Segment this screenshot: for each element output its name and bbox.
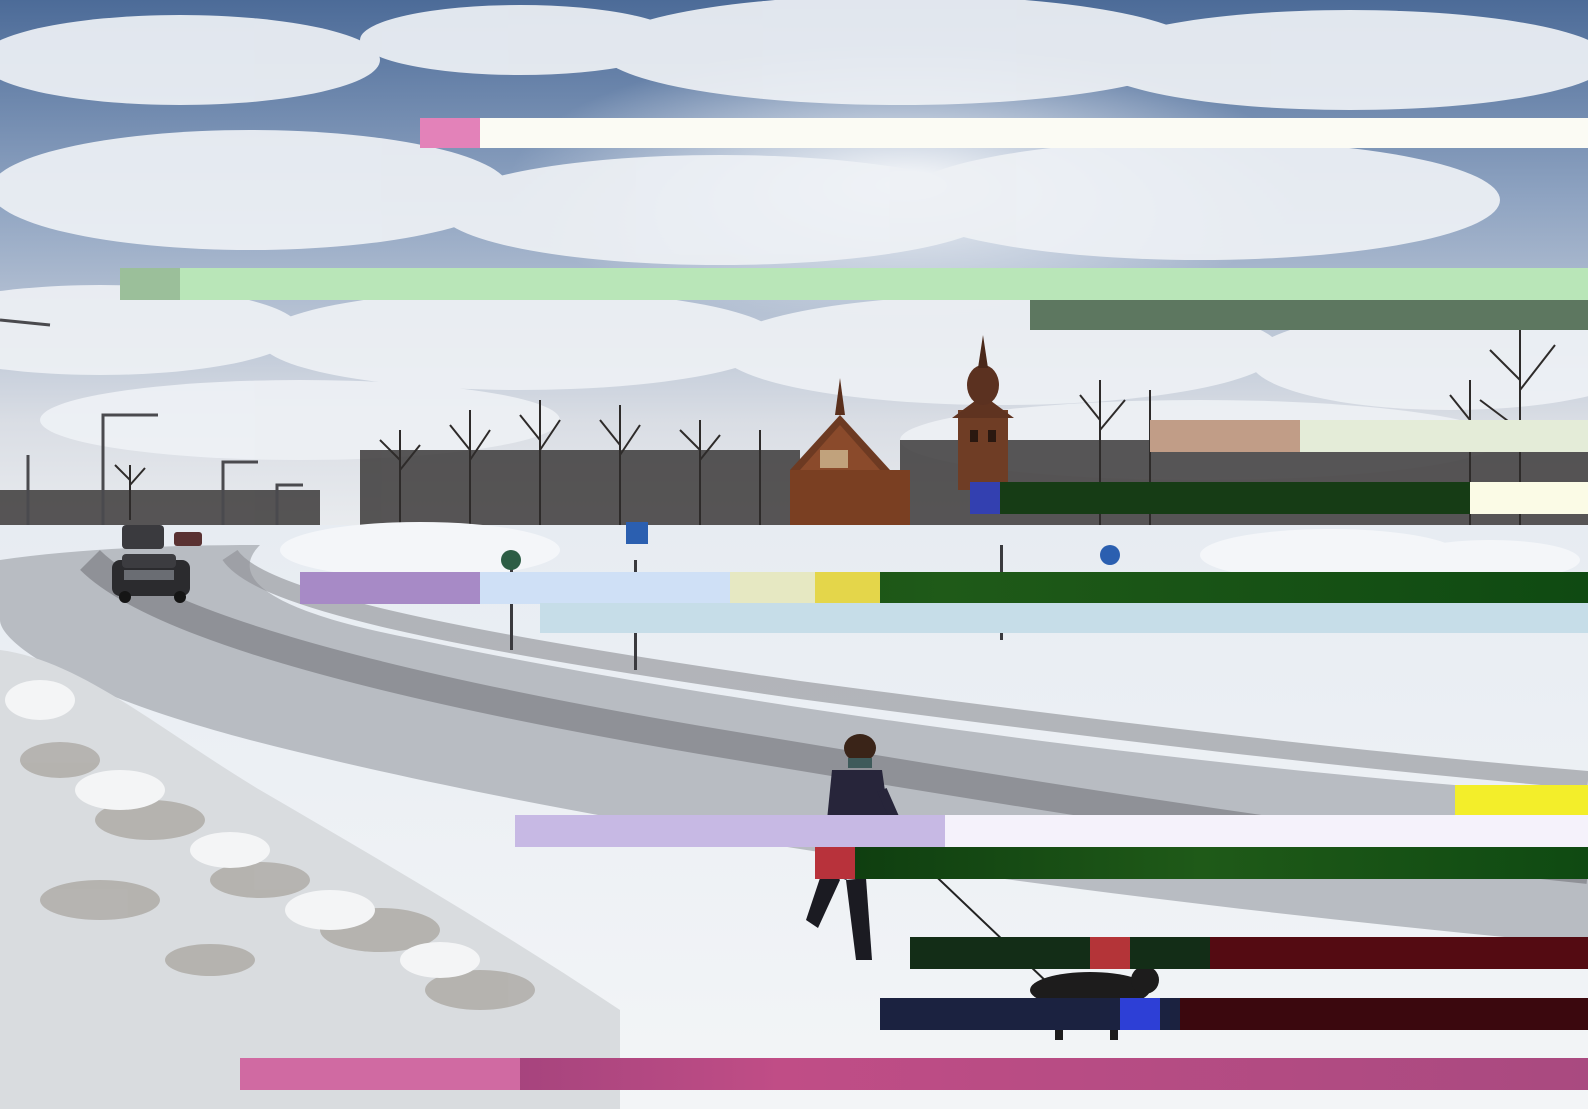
photo-scene bbox=[0, 0, 1588, 1109]
car-near bbox=[112, 554, 190, 603]
